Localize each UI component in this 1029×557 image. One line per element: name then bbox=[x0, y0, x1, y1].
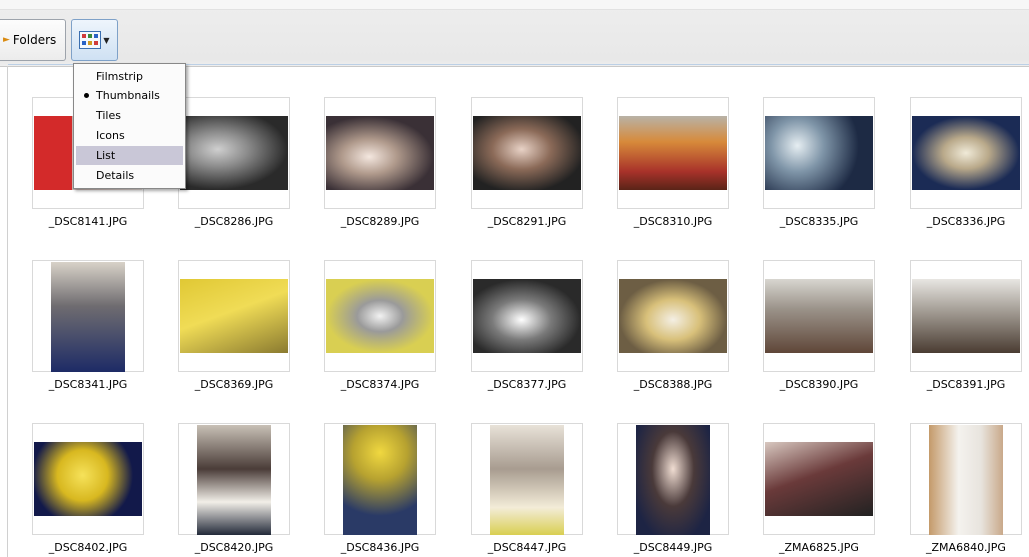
thumbnail[interactable] bbox=[910, 423, 1022, 535]
thumbnail[interactable] bbox=[617, 260, 729, 372]
photo-preview bbox=[51, 262, 125, 372]
photo-preview bbox=[197, 425, 271, 535]
file-name[interactable]: _DSC8336.JPG bbox=[893, 215, 1029, 228]
file-name[interactable]: _DSC8449.JPG bbox=[600, 541, 746, 554]
photo-preview bbox=[636, 425, 710, 535]
chevron-down-icon: ▼ bbox=[103, 35, 110, 45]
thumbnail[interactable] bbox=[763, 423, 875, 535]
folders-button[interactable]: ► Folders bbox=[0, 19, 66, 61]
thumbnail[interactable] bbox=[471, 97, 583, 209]
thumbnail[interactable] bbox=[324, 260, 436, 372]
photo-preview bbox=[473, 279, 581, 353]
photo-preview bbox=[343, 425, 417, 535]
thumbnail[interactable] bbox=[617, 97, 729, 209]
thumbnail[interactable] bbox=[178, 97, 290, 209]
thumbnail[interactable] bbox=[32, 423, 144, 535]
view-menu: Filmstrip Thumbnails Tiles Icons List De… bbox=[73, 63, 186, 189]
thumbnail[interactable] bbox=[617, 423, 729, 535]
file-name[interactable]: _DSC8286.JPG bbox=[161, 215, 307, 228]
toolbar-top-strip bbox=[0, 0, 1029, 10]
thumbnail[interactable] bbox=[910, 97, 1022, 209]
file-name[interactable]: _DSC8335.JPG bbox=[746, 215, 892, 228]
thumbnail[interactable] bbox=[178, 260, 290, 372]
file-name[interactable]: _DSC8341.JPG bbox=[15, 378, 161, 391]
menu-item-label: Thumbnails bbox=[96, 89, 160, 102]
file-name[interactable]: _DSC8420.JPG bbox=[161, 541, 307, 554]
photo-preview bbox=[490, 425, 564, 535]
photo-preview bbox=[180, 279, 288, 353]
file-name[interactable]: _ZMA6825.JPG bbox=[746, 541, 892, 554]
file-name[interactable]: _DSC8391.JPG bbox=[893, 378, 1029, 391]
photo-preview bbox=[912, 116, 1020, 190]
file-name[interactable]: _DSC8374.JPG bbox=[307, 378, 453, 391]
thumbnail[interactable] bbox=[178, 423, 290, 535]
menu-item-label: Icons bbox=[96, 129, 125, 142]
photo-preview bbox=[765, 279, 873, 353]
photo-preview bbox=[326, 279, 434, 353]
photo-preview bbox=[619, 279, 727, 353]
views-button[interactable]: ▼ bbox=[71, 19, 118, 61]
thumbnail[interactable] bbox=[763, 260, 875, 372]
menu-item-list[interactable]: List bbox=[76, 146, 183, 165]
photo-preview bbox=[929, 425, 1003, 535]
menu-item-details[interactable]: Details bbox=[76, 166, 183, 185]
photo-preview bbox=[473, 116, 581, 190]
thumbnail[interactable] bbox=[910, 260, 1022, 372]
menu-item-label: Filmstrip bbox=[96, 70, 143, 83]
file-name[interactable]: _DSC8289.JPG bbox=[307, 215, 453, 228]
thumbnail[interactable] bbox=[32, 260, 144, 372]
file-name[interactable]: _DSC8390.JPG bbox=[746, 378, 892, 391]
menu-item-tiles[interactable]: Tiles bbox=[76, 106, 183, 125]
file-name[interactable]: _DSC8447.JPG bbox=[454, 541, 600, 554]
menu-item-label: Tiles bbox=[96, 109, 121, 122]
selected-bullet-icon bbox=[84, 93, 89, 98]
thumbnail[interactable] bbox=[763, 97, 875, 209]
thumbnail[interactable] bbox=[324, 97, 436, 209]
file-name[interactable]: _ZMA6840.JPG bbox=[893, 541, 1029, 554]
toolbar: ► Folders ▼ bbox=[0, 0, 1029, 67]
photo-preview bbox=[912, 279, 1020, 353]
menu-item-label: List bbox=[96, 149, 116, 162]
photo-preview bbox=[34, 442, 142, 516]
thumbnail[interactable] bbox=[471, 423, 583, 535]
photo-preview bbox=[326, 116, 434, 190]
thumbnail[interactable] bbox=[471, 260, 583, 372]
thumbnail[interactable] bbox=[324, 423, 436, 535]
file-name[interactable]: _DSC8310.JPG bbox=[600, 215, 746, 228]
file-name[interactable]: _DSC8436.JPG bbox=[307, 541, 453, 554]
thumbnails-view-icon bbox=[79, 31, 102, 49]
photo-preview bbox=[765, 116, 873, 190]
file-name[interactable]: _DSC8291.JPG bbox=[454, 215, 600, 228]
photo-preview bbox=[765, 442, 873, 516]
menu-item-label: Details bbox=[96, 169, 135, 182]
file-name[interactable]: _DSC8388.JPG bbox=[600, 378, 746, 391]
menu-item-filmstrip[interactable]: Filmstrip bbox=[76, 67, 183, 86]
menu-item-icons[interactable]: Icons bbox=[76, 126, 183, 145]
file-name[interactable]: _DSC8369.JPG bbox=[161, 378, 307, 391]
file-name[interactable]: _DSC8377.JPG bbox=[454, 378, 600, 391]
folders-label: Folders bbox=[12, 33, 57, 47]
arrow-icon: ► bbox=[3, 35, 10, 45]
file-name[interactable]: _DSC8402.JPG bbox=[15, 541, 161, 554]
menu-item-thumbnails[interactable]: Thumbnails bbox=[76, 86, 183, 105]
file-name[interactable]: _DSC8141.JPG bbox=[15, 215, 161, 228]
photo-preview bbox=[180, 116, 288, 190]
photo-preview bbox=[619, 116, 727, 190]
